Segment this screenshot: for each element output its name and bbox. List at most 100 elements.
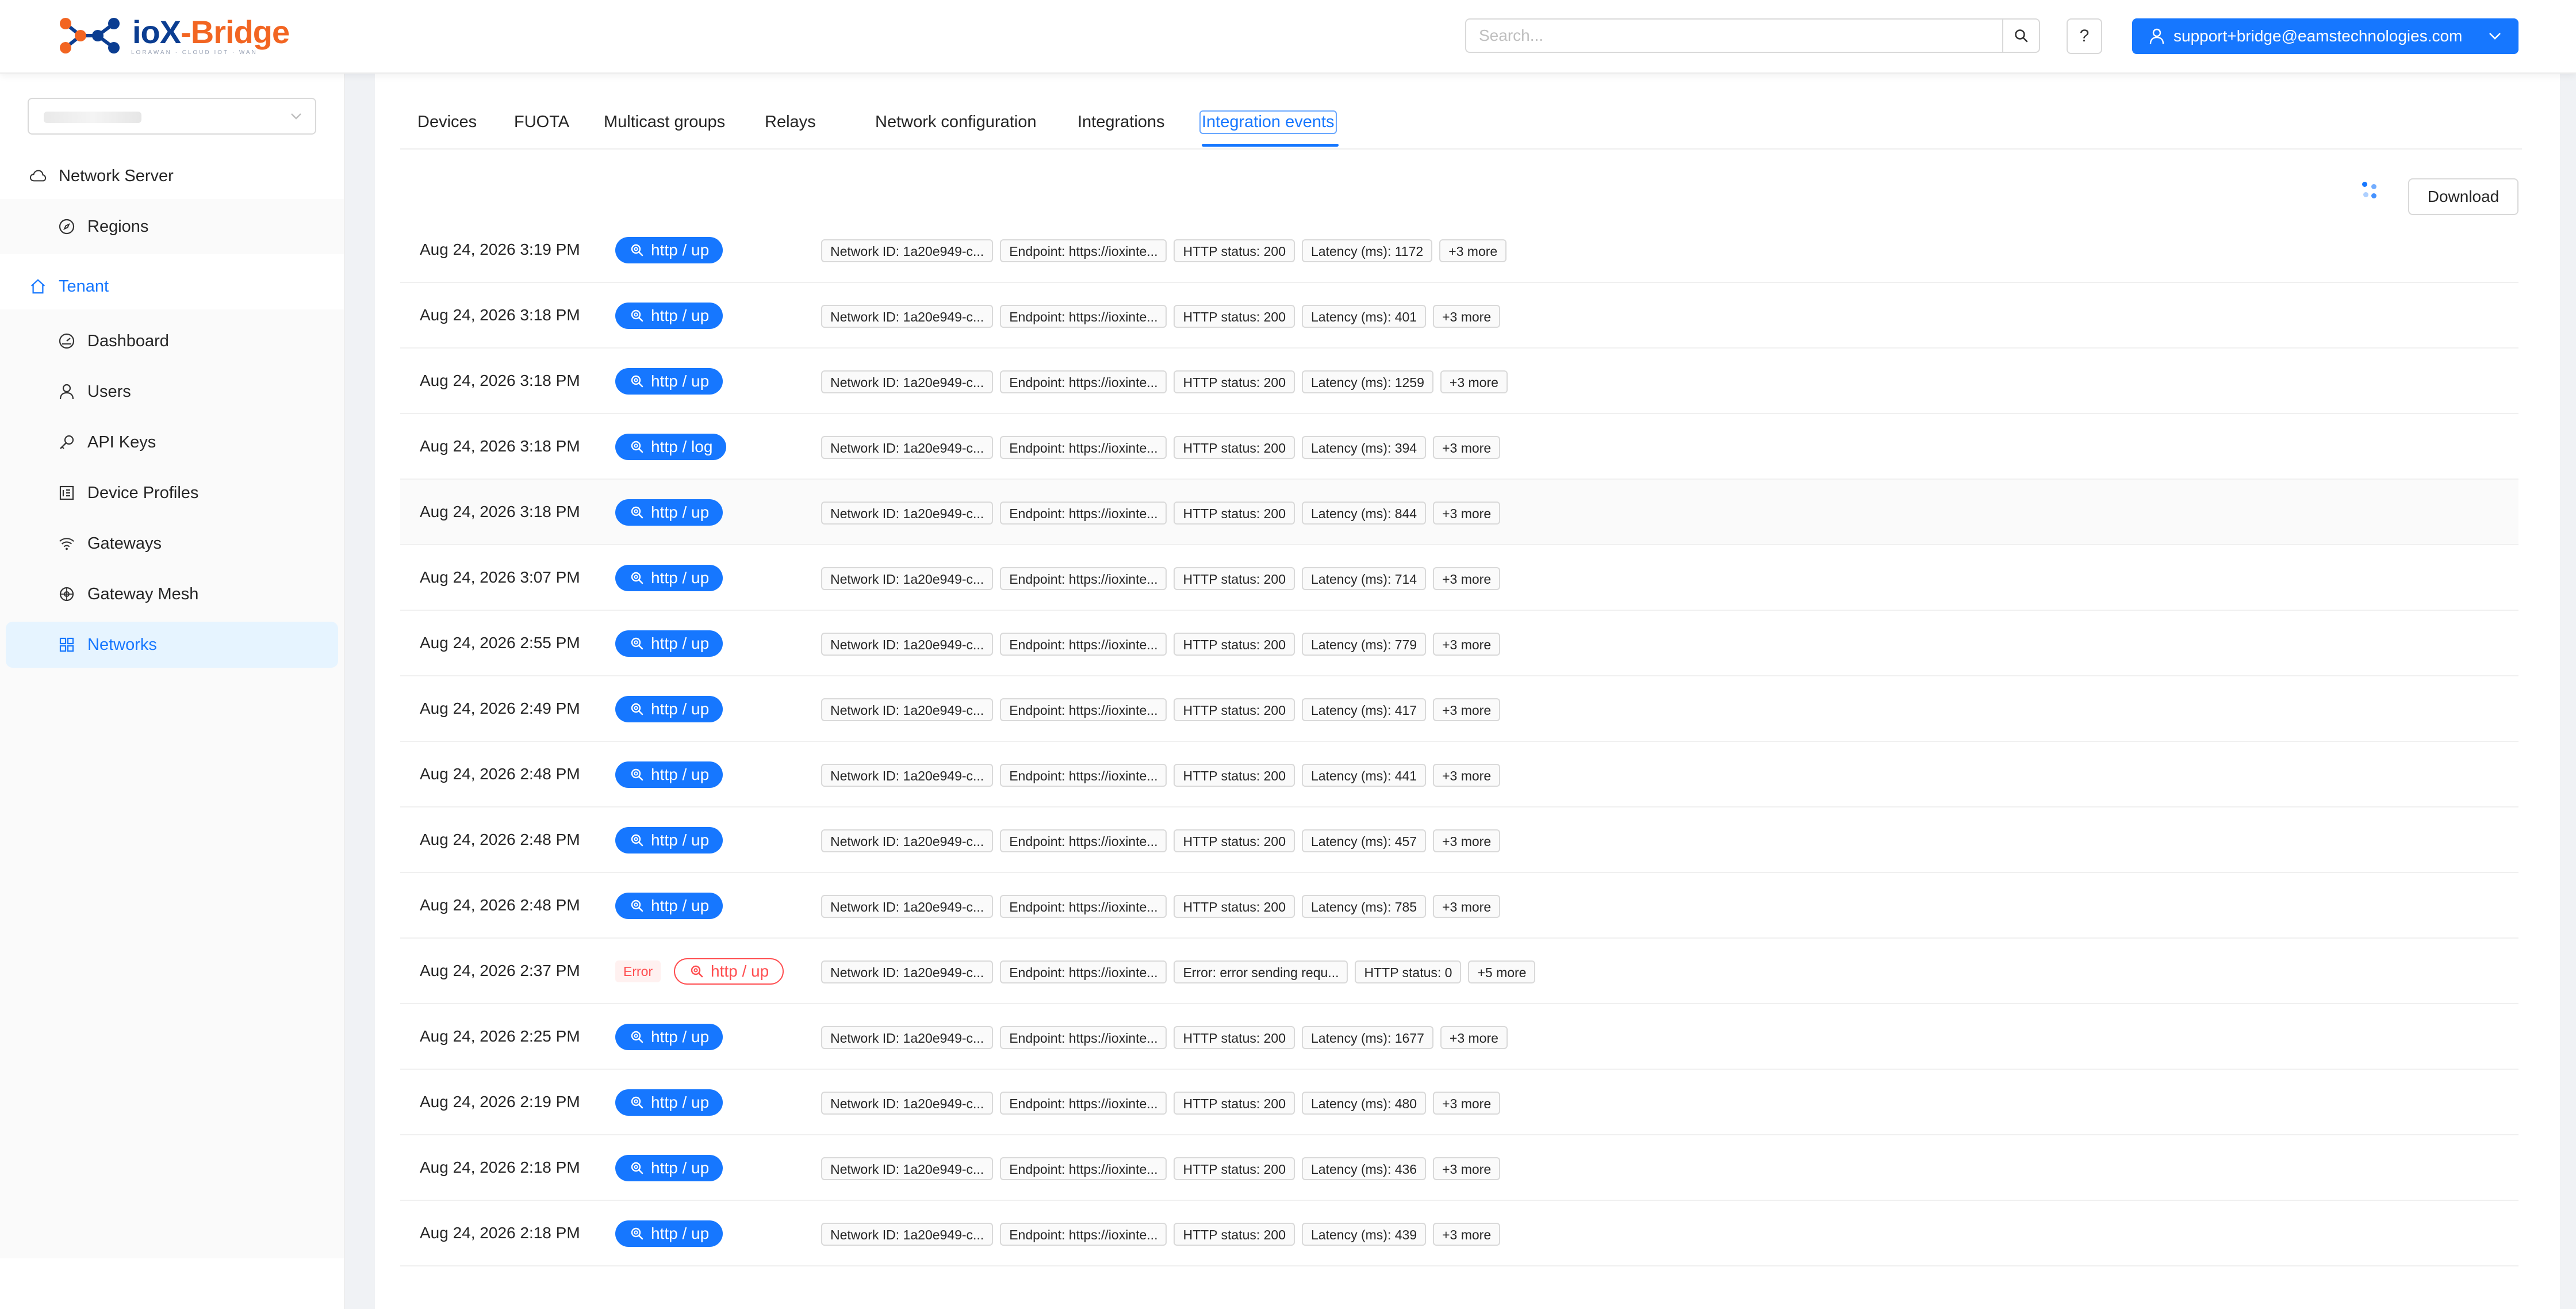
help-button[interactable]: ? <box>2067 18 2102 54</box>
more-tags-badge: +3 more <box>1440 1026 1508 1049</box>
event-tag: Latency (ms): 401 <box>1302 305 1427 328</box>
tab-fuota[interactable]: FUOTA <box>514 113 569 132</box>
event-tag: Latency (ms): 457 <box>1302 829 1427 852</box>
tab-relays[interactable]: Relays <box>765 113 816 132</box>
event-type-button[interactable]: http / log <box>615 434 727 460</box>
sidebar-item-network-server[interactable]: Network Server <box>0 153 344 199</box>
event-type-label: http / up <box>651 372 710 390</box>
event-type-button[interactable]: http / up <box>615 696 723 722</box>
event-type-button[interactable]: http / up <box>615 893 723 919</box>
tab-integration-events[interactable]: Integration events <box>1199 110 1337 134</box>
zoom-in-icon <box>630 1161 644 1175</box>
tenant-select[interactable] <box>28 98 316 135</box>
table-row[interactable]: Aug 24, 2026 2:37 PM Error http / up Networ… <box>400 939 2518 1004</box>
event-type-label: http / up <box>651 897 710 914</box>
user-email: support+bridge@eamstechnologies.com <box>2174 27 2463 45</box>
zoom-in-icon <box>630 1096 644 1109</box>
event-tag: Network ID: 1a20e949-c... <box>821 960 994 983</box>
brand-name-part1: ioX <box>132 14 181 50</box>
table-row[interactable]: Aug 24, 2026 3:07 PM http / up Network ID:… <box>400 545 2518 611</box>
sidebar-item-users[interactable]: Users <box>6 369 338 415</box>
event-timestamp: Aug 24, 2026 3:19 PM <box>420 240 580 258</box>
search-box <box>1465 18 2040 53</box>
event-tag: Error: error sending requ... <box>1174 960 1348 983</box>
event-type-button[interactable]: http / up <box>674 958 784 985</box>
download-button[interactable]: Download <box>2408 178 2518 215</box>
integration-events-list: Aug 24, 2026 3:19 PM http / up Network ID:… <box>400 217 2518 1266</box>
event-tag: Network ID: 1a20e949-c... <box>821 370 994 393</box>
event-tags: Network ID: 1a20e949-c... Endpoint: https… <box>821 764 1501 787</box>
sidebar-item-label: Users <box>87 382 131 401</box>
sidebar-item-api-keys[interactable]: API Keys <box>6 419 338 465</box>
event-tag: Network ID: 1a20e949-c... <box>821 829 994 852</box>
event-tag: Endpoint: https://ioxinte... <box>1000 567 1167 590</box>
table-row[interactable]: Aug 24, 2026 3:18 PM http / up Network ID:… <box>400 480 2518 545</box>
sidebar-item-regions[interactable]: Regions <box>6 204 338 250</box>
table-row[interactable]: Aug 24, 2026 2:48 PM http / up Network ID:… <box>400 742 2518 807</box>
table-row[interactable]: Aug 24, 2026 2:18 PM http / up Network ID:… <box>400 1135 2518 1201</box>
table-row[interactable]: Aug 24, 2026 2:55 PM http / up Network ID:… <box>400 611 2518 676</box>
tab-multicast-groups[interactable]: Multicast groups <box>604 113 725 132</box>
event-tag: Network ID: 1a20e949-c... <box>821 567 994 590</box>
event-tag: Latency (ms): 480 <box>1302 1092 1427 1115</box>
event-tag: HTTP status: 200 <box>1174 436 1295 459</box>
event-tags: Network ID: 1a20e949-c... Endpoint: https… <box>821 633 1501 656</box>
tab-integrations[interactable]: Integrations <box>1078 113 1165 132</box>
search-button[interactable] <box>2002 20 2039 52</box>
event-type-button[interactable]: http / up <box>615 237 723 263</box>
table-row[interactable]: Aug 24, 2026 2:18 PM http / up Network ID:… <box>400 1201 2518 1266</box>
event-tag: Endpoint: https://ioxinte... <box>1000 895 1167 918</box>
sidebar-item-gateway-mesh[interactable]: Gateway Mesh <box>6 571 338 617</box>
table-row[interactable]: Aug 24, 2026 3:19 PM http / up Network ID:… <box>400 217 2518 283</box>
logo-mark-icon <box>60 18 120 53</box>
user-menu-button[interactable]: support+bridge@eamstechnologies.com <box>2132 18 2518 54</box>
event-type-button[interactable]: http / up <box>615 499 723 526</box>
table-row[interactable]: Aug 24, 2026 2:19 PM http / up Network ID:… <box>400 1070 2518 1135</box>
event-tag: Endpoint: https://ioxinte... <box>1000 239 1167 262</box>
event-type-button[interactable]: http / up <box>615 1220 723 1247</box>
event-type-button[interactable]: http / up <box>615 303 723 329</box>
event-type-button[interactable]: http / up <box>615 1024 723 1050</box>
sidebar-item-tenant[interactable]: Tenant <box>0 263 344 309</box>
dashboard-icon <box>59 333 75 349</box>
event-tag: HTTP status: 200 <box>1174 370 1295 393</box>
table-row[interactable]: Aug 24, 2026 2:48 PM http / up Network ID:… <box>400 807 2518 873</box>
table-row[interactable]: Aug 24, 2026 2:48 PM http / up Network ID:… <box>400 873 2518 939</box>
event-type-button[interactable]: http / up <box>615 565 723 591</box>
compass-icon <box>59 219 75 235</box>
event-timestamp: Aug 24, 2026 3:07 PM <box>420 568 580 586</box>
main-content: Devices FUOTA Multicast groups Relays Ne… <box>375 74 2560 1309</box>
event-tag: Latency (ms): 1172 <box>1302 239 1433 262</box>
sidebar-item-label: API Keys <box>87 432 156 451</box>
event-type-button[interactable]: http / up <box>615 1089 723 1116</box>
event-type-button[interactable]: http / up <box>615 1155 723 1181</box>
table-row[interactable]: Aug 24, 2026 2:25 PM http / up Network ID:… <box>400 1004 2518 1070</box>
sidebar-item-label: Network Server <box>59 166 174 185</box>
zoom-in-icon <box>630 1227 644 1241</box>
sidebar-item-gateways[interactable]: Gateways <box>6 520 338 567</box>
event-tag: Endpoint: https://ioxinte... <box>1000 1223 1167 1246</box>
table-row[interactable]: Aug 24, 2026 3:18 PM http / up Network ID:… <box>400 283 2518 349</box>
tab-network-configuration[interactable]: Network configuration <box>875 113 1036 132</box>
more-tags-badge: +3 more <box>1433 567 1501 590</box>
table-row[interactable]: Aug 24, 2026 3:18 PM http / log Network ID… <box>400 414 2518 480</box>
event-timestamp: Aug 24, 2026 3:18 PM <box>420 437 580 455</box>
table-row[interactable]: Aug 24, 2026 3:18 PM http / up Network ID:… <box>400 349 2518 414</box>
sidebar-item-label: Gateway Mesh <box>87 584 199 603</box>
tab-devices[interactable]: Devices <box>417 113 477 132</box>
search-input[interactable] <box>1466 20 2001 52</box>
sidebar-item-device-profiles[interactable]: Device Profiles <box>6 470 338 516</box>
event-type-button[interactable]: http / up <box>615 630 723 657</box>
more-tags-badge: +3 more <box>1433 829 1501 852</box>
brand-logo[interactable]: ioX-Bridge LORAWAN · CLOUD IOT · WAN <box>57 13 290 59</box>
sidebar-item-dashboard[interactable]: Dashboard <box>6 318 338 364</box>
table-row[interactable]: Aug 24, 2026 2:49 PM http / up Network ID:… <box>400 676 2518 742</box>
event-type-button[interactable]: http / up <box>615 827 723 853</box>
user-icon <box>59 384 75 400</box>
event-tag: Endpoint: https://ioxinte... <box>1000 1092 1167 1115</box>
event-tag: HTTP status: 200 <box>1174 1157 1295 1180</box>
event-type-button[interactable]: http / up <box>615 368 723 395</box>
event-tag: Network ID: 1a20e949-c... <box>821 502 994 525</box>
event-type-button[interactable]: http / up <box>615 761 723 788</box>
sidebar-item-networks[interactable]: Networks <box>6 622 338 668</box>
